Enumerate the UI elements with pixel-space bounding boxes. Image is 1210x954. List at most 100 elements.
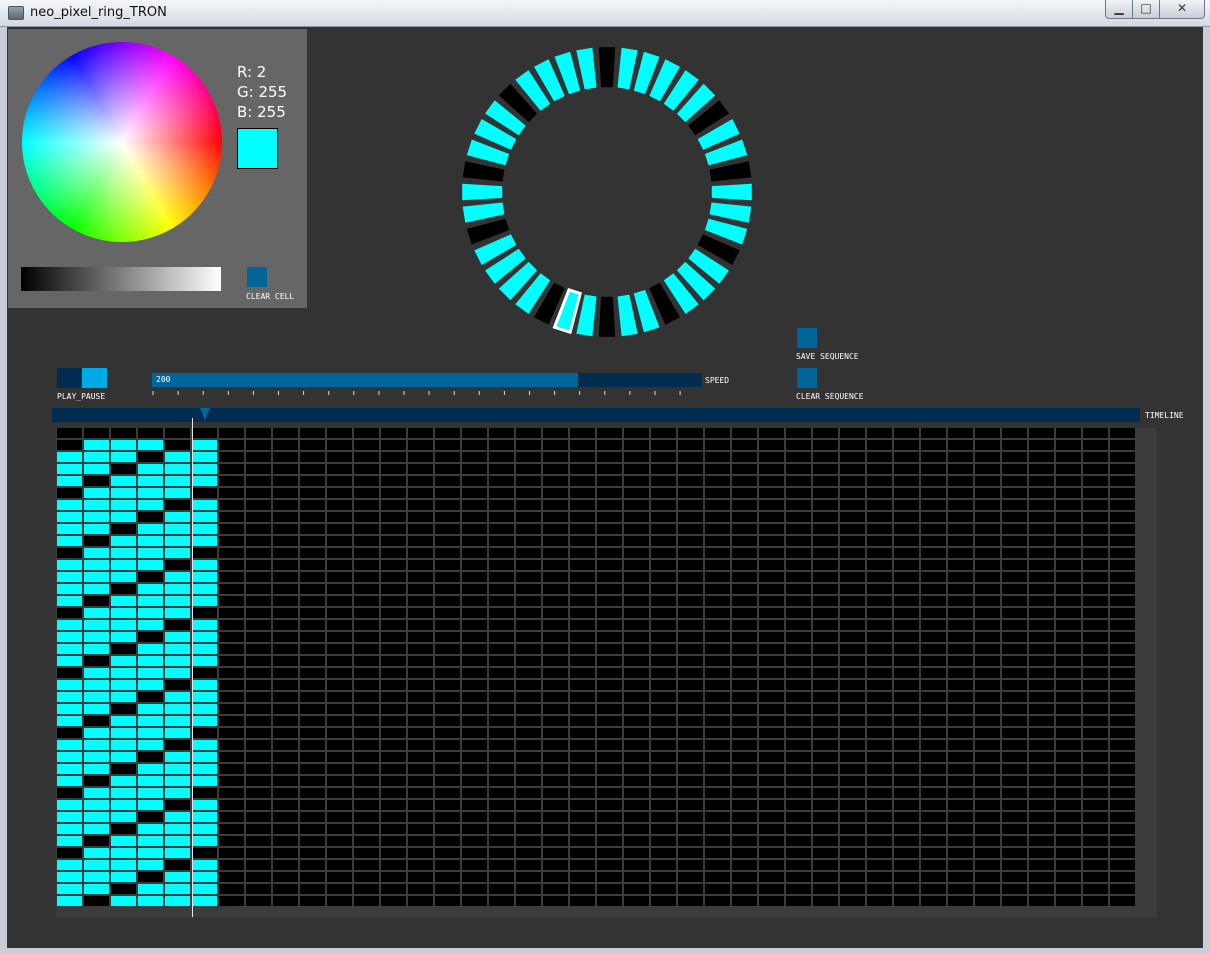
grid-cell[interactable]	[381, 452, 406, 462]
grid-cell[interactable]	[300, 872, 325, 882]
grid-cell[interactable]	[1056, 872, 1081, 882]
grid-cell[interactable]	[894, 788, 919, 798]
grid-cell[interactable]	[219, 512, 244, 522]
grid-cell[interactable]	[489, 764, 514, 774]
grid-cell[interactable]	[489, 812, 514, 822]
grid-cell[interactable]	[894, 812, 919, 822]
grid-cell[interactable]	[408, 464, 433, 474]
grid-cell[interactable]	[219, 668, 244, 678]
grid-cell[interactable]	[111, 680, 136, 690]
grid-cell[interactable]	[516, 584, 541, 594]
grid-cell[interactable]	[597, 716, 622, 726]
grid-cell[interactable]	[975, 704, 1000, 714]
grid-cell[interactable]	[948, 704, 973, 714]
grid-cell[interactable]	[192, 488, 217, 498]
grid-cell[interactable]	[732, 896, 757, 906]
grid-cell[interactable]	[111, 824, 136, 834]
grid-cell[interactable]	[516, 656, 541, 666]
grid-cell[interactable]	[543, 728, 568, 738]
grid-cell[interactable]	[1110, 668, 1135, 678]
grid-cell[interactable]	[435, 536, 460, 546]
grid-cell[interactable]	[948, 584, 973, 594]
grid-cell[interactable]	[894, 572, 919, 582]
led-31[interactable]	[462, 161, 505, 182]
grid-cell[interactable]	[273, 764, 298, 774]
grid-cell[interactable]	[786, 440, 811, 450]
grid-cell[interactable]	[246, 872, 271, 882]
grid-cell[interactable]	[192, 728, 217, 738]
grid-cell[interactable]	[354, 752, 379, 762]
grid-cell[interactable]	[111, 464, 136, 474]
grid-cell[interactable]	[624, 428, 649, 438]
grid-cell[interactable]	[462, 812, 487, 822]
grid-cell[interactable]	[813, 680, 838, 690]
grid-cell[interactable]	[867, 860, 892, 870]
grid-cell[interactable]	[1029, 500, 1054, 510]
grid-cell[interactable]	[894, 884, 919, 894]
grid-cell[interactable]	[894, 656, 919, 666]
grid-cell[interactable]	[84, 440, 109, 450]
grid-cell[interactable]	[192, 620, 217, 630]
grid-cell[interactable]	[300, 716, 325, 726]
grid-cell[interactable]	[813, 668, 838, 678]
grid-cell[interactable]	[300, 704, 325, 714]
grid-cell[interactable]	[1056, 728, 1081, 738]
grid-cell[interactable]	[327, 632, 352, 642]
grid-cell[interactable]	[705, 776, 730, 786]
grid-cell[interactable]	[543, 788, 568, 798]
grid-cell[interactable]	[489, 884, 514, 894]
grid-cell[interactable]	[192, 788, 217, 798]
grid-cell[interactable]	[543, 536, 568, 546]
grid-cell[interactable]	[732, 512, 757, 522]
grid-cell[interactable]	[597, 536, 622, 546]
grid-cell[interactable]	[354, 548, 379, 558]
grid-cell[interactable]	[786, 668, 811, 678]
grid-cell[interactable]	[408, 428, 433, 438]
grid-cell[interactable]	[138, 740, 163, 750]
grid-cell[interactable]	[732, 560, 757, 570]
grid-cell[interactable]	[1056, 476, 1081, 486]
grid-cell[interactable]	[786, 692, 811, 702]
grid-cell[interactable]	[543, 524, 568, 534]
grid-cell[interactable]	[759, 884, 784, 894]
grid-cell[interactable]	[975, 536, 1000, 546]
grid-cell[interactable]	[1083, 668, 1108, 678]
grid-cell[interactable]	[165, 488, 190, 498]
grid-cell[interactable]	[57, 572, 82, 582]
grid-cell[interactable]	[111, 776, 136, 786]
grid-cell[interactable]	[57, 752, 82, 762]
grid-cell[interactable]	[543, 644, 568, 654]
grid-cell[interactable]	[759, 704, 784, 714]
grid-cell[interactable]	[192, 428, 217, 438]
grid-cell[interactable]	[921, 872, 946, 882]
grid-cell[interactable]	[84, 488, 109, 498]
grid-cell[interactable]	[1029, 560, 1054, 570]
grid-cell[interactable]	[165, 680, 190, 690]
grid-cell[interactable]	[840, 476, 865, 486]
grid-cell[interactable]	[381, 728, 406, 738]
grid-cell[interactable]	[921, 584, 946, 594]
grid-cell[interactable]	[1110, 860, 1135, 870]
grid-cell[interactable]	[354, 608, 379, 618]
grid-cell[interactable]	[219, 740, 244, 750]
grid-cell[interactable]	[894, 836, 919, 846]
grid-cell[interactable]	[489, 728, 514, 738]
grid-cell[interactable]	[246, 584, 271, 594]
grid-cell[interactable]	[57, 632, 82, 642]
grid-cell[interactable]	[921, 620, 946, 630]
grid-cell[interactable]	[651, 752, 676, 762]
grid-cell[interactable]	[786, 812, 811, 822]
grid-cell[interactable]	[732, 476, 757, 486]
grid-cell[interactable]	[219, 680, 244, 690]
grid-cell[interactable]	[894, 428, 919, 438]
grid-cell[interactable]	[273, 836, 298, 846]
grid-cell[interactable]	[462, 668, 487, 678]
grid-cell[interactable]	[219, 752, 244, 762]
grid-cell[interactable]	[435, 680, 460, 690]
grid-cell[interactable]	[678, 440, 703, 450]
grid-cell[interactable]	[1002, 752, 1027, 762]
led-10[interactable]	[711, 183, 752, 201]
grid-cell[interactable]	[948, 788, 973, 798]
grid-cell[interactable]	[705, 572, 730, 582]
grid-cell[interactable]	[840, 560, 865, 570]
